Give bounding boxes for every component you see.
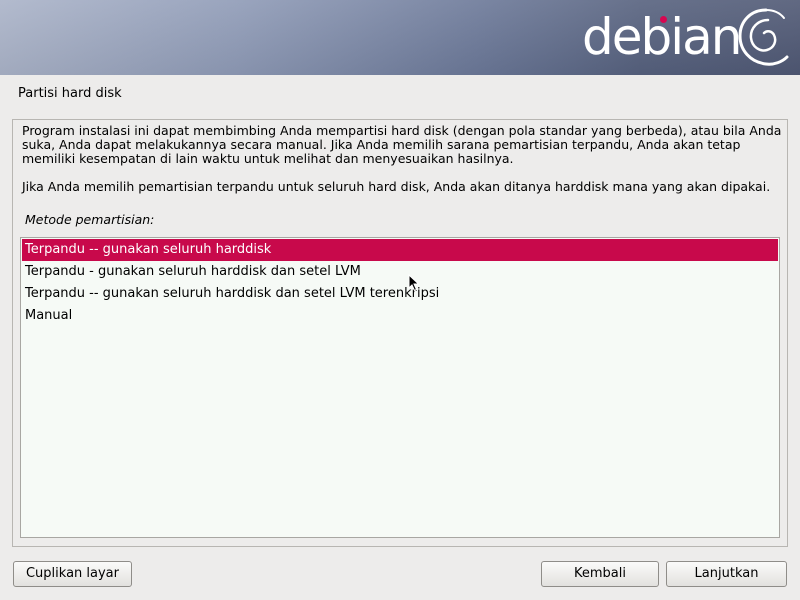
page-title: Partisi hard disk (18, 86, 122, 101)
debian-banner: debian (0, 0, 800, 75)
method-option-guided-encrypted-lvm[interactable]: Terpandu -- gunakan seluruh harddisk dan… (22, 283, 778, 305)
mouse-pointer-icon (408, 274, 420, 292)
description-paragraph-1: Program instalasi ini dapat membimbing A… (22, 123, 782, 166)
partition-method-list[interactable]: Terpandu -- gunakan seluruh harddisk Ter… (20, 237, 780, 538)
method-option-guided-lvm[interactable]: Terpandu - gunakan seluruh harddisk dan … (22, 261, 778, 283)
partition-method-label: Metode pemartisian: (25, 212, 155, 227)
back-button[interactable]: Kembali (541, 561, 659, 587)
continue-button[interactable]: Lanjutkan (666, 561, 787, 587)
method-option-manual[interactable]: Manual (22, 305, 778, 327)
debian-logo-dot (660, 16, 667, 23)
method-option-guided-entire-disk[interactable]: Terpandu -- gunakan seluruh harddisk (22, 239, 778, 261)
screenshot-button[interactable]: Cuplikan layar (13, 561, 132, 587)
debian-swirl-icon (738, 8, 789, 66)
description-paragraph-2: Jika Anda memilih pemartisian terpandu u… (22, 179, 771, 194)
